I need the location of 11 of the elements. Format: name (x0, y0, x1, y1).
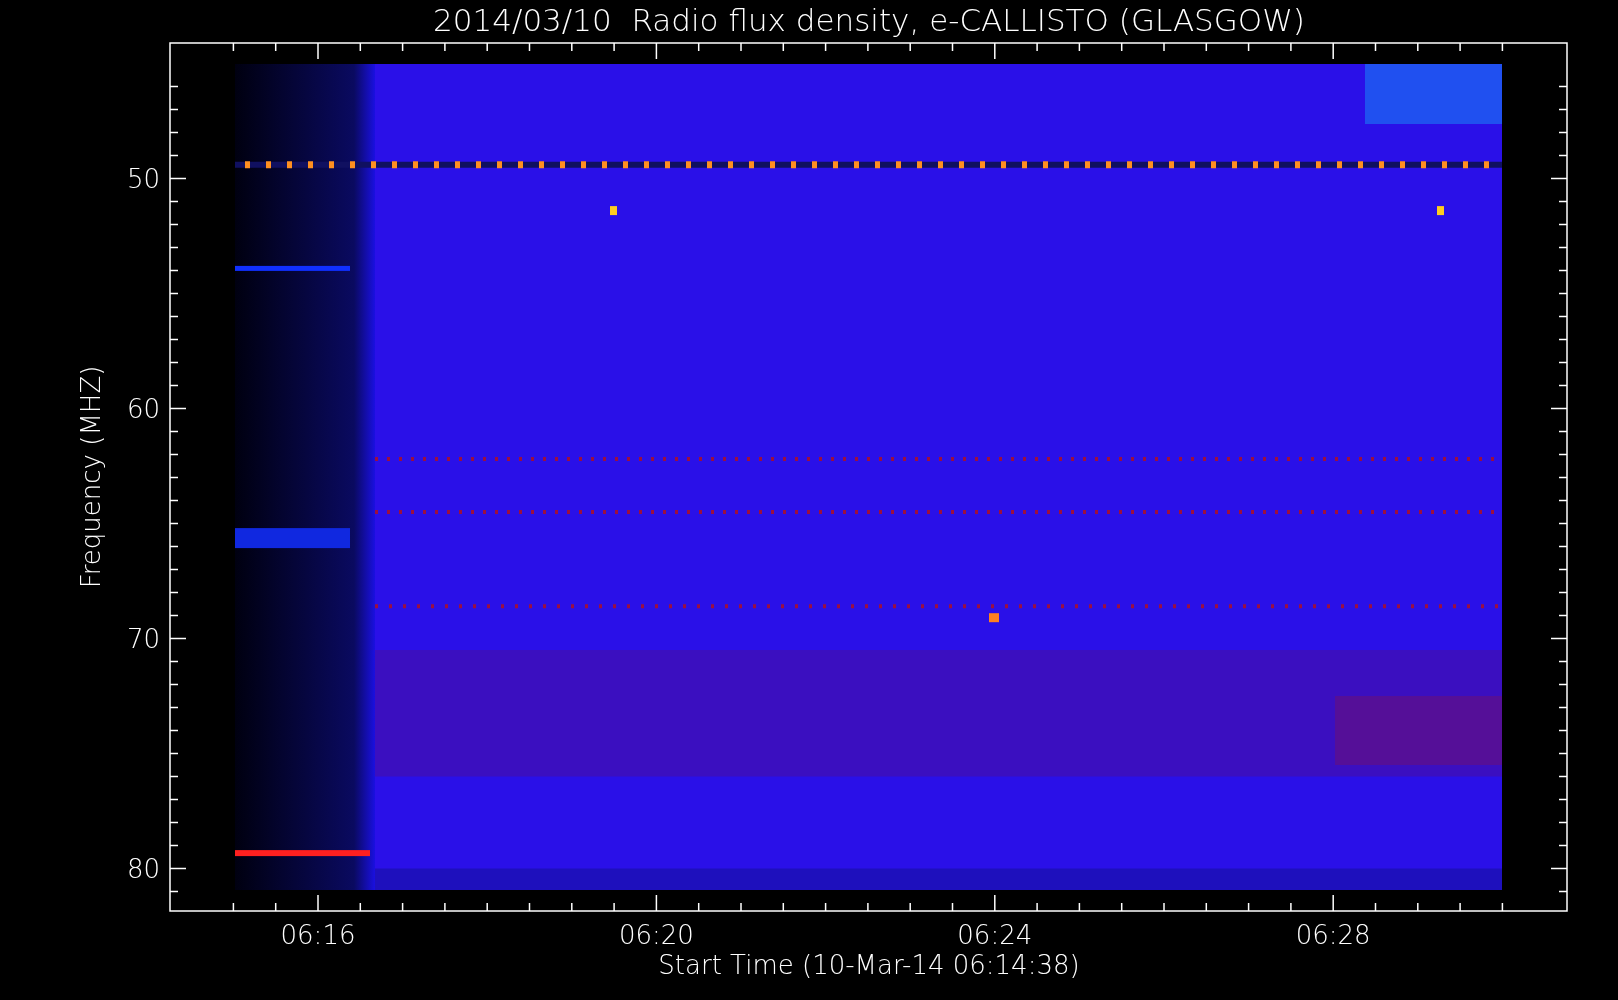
x-axis-label: Start Time (10-Mar-14 06:14:38) (658, 950, 1080, 980)
x-tick-label: 06:24 (957, 920, 1033, 950)
y-tick-label: 80 (126, 853, 160, 884)
x-tick-label: 06:20 (618, 920, 694, 950)
x-tick-label: 06:16 (280, 920, 356, 950)
chart-title: 2014/03/10 Radio flux density, e-CALLISTO (GLASGOW) (433, 2, 1305, 38)
y-tick-label: 50 (126, 163, 160, 194)
y-tick-label: 70 (126, 623, 160, 654)
y-axis-label: Frequency (MHZ) (76, 365, 106, 589)
y-tick-label: 60 (126, 393, 160, 424)
x-tick-label: 06:28 (1295, 920, 1371, 950)
